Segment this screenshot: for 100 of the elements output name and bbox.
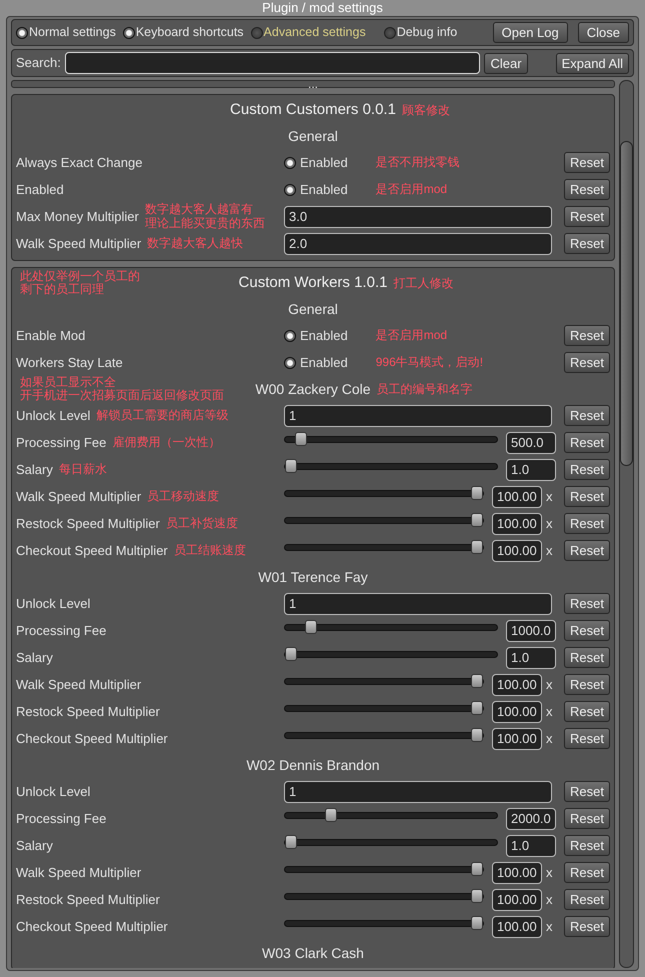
toggle[interactable]: [284, 184, 296, 196]
reset-button[interactable]: Reset: [564, 233, 610, 254]
reset-button[interactable]: Reset: [564, 647, 610, 668]
scrollbar[interactable]: [619, 80, 634, 968]
input-field[interactable]: 1: [284, 404, 552, 426]
reset-button[interactable]: Reset: [564, 405, 610, 426]
toggle[interactable]: [384, 26, 396, 38]
slider-thumb[interactable]: [471, 540, 483, 554]
reset-button[interactable]: Reset: [564, 835, 610, 856]
setting-label: Walk Speed Multiplier: [16, 864, 142, 882]
reset-button[interactable]: Reset: [564, 808, 610, 829]
value-field[interactable]: 100.00: [492, 888, 542, 910]
slider-thumb[interactable]: [471, 916, 483, 930]
value-field[interactable]: 1.0: [506, 458, 556, 480]
slider-thumb[interactable]: [471, 674, 483, 688]
value-field[interactable]: 1000.0: [506, 620, 556, 642]
setting-label: Always Exact Change: [16, 154, 142, 172]
group-title: W03 Clark Cash: [261, 944, 365, 962]
slider-thumb[interactable]: [471, 701, 483, 715]
slider-thumb[interactable]: [471, 728, 483, 742]
search-field[interactable]: [64, 52, 480, 74]
slider-thumb[interactable]: [305, 620, 317, 634]
slider-thumb[interactable]: [285, 835, 297, 849]
reset-button[interactable]: Reset: [564, 862, 610, 883]
slider-thumb[interactable]: [471, 862, 483, 876]
value-field[interactable]: 1.0: [506, 834, 556, 856]
reset-button[interactable]: Reset: [564, 701, 610, 722]
slider-thumb[interactable]: [471, 889, 483, 903]
reset-button[interactable]: Reset: [564, 889, 610, 910]
value-field[interactable]: 1.0: [506, 646, 556, 668]
toggle[interactable]: [122, 26, 135, 38]
reset-button[interactable]: Reset: [564, 916, 610, 937]
slider-thumb[interactable]: [285, 647, 297, 661]
value-field[interactable]: 500.0: [506, 432, 556, 454]
reset-button[interactable]: Reset: [564, 486, 610, 507]
collapsed-section[interactable]: ...: [11, 80, 615, 88]
reset-button[interactable]: Reset: [564, 325, 610, 346]
toggle[interactable]: [284, 356, 296, 368]
input-field[interactable]: 2.0: [284, 232, 552, 254]
group-title: General: [287, 126, 339, 146]
reset-button[interactable]: Reset: [564, 540, 610, 561]
input-field[interactable]: 1: [284, 592, 552, 614]
setting-label: Walk Speed Multiplier: [16, 234, 142, 253]
reset-button[interactable]: Reset: [564, 620, 610, 641]
setting-label: Walk Speed Multiplier: [16, 676, 142, 694]
value-field[interactable]: 100.00: [492, 916, 542, 938]
input-field[interactable]: 3.0: [284, 206, 552, 228]
search-label: Search:: [16, 54, 61, 72]
clear-button[interactable]: Clear: [484, 52, 528, 74]
unit-label: x: [546, 542, 554, 560]
annotation: 员工结账速度: [174, 544, 246, 558]
slider-thumb[interactable]: [295, 432, 307, 446]
value-field[interactable]: 100.00: [492, 700, 542, 722]
unit-label: x: [546, 864, 554, 882]
value-field[interactable]: 100.00: [492, 540, 542, 562]
toggle-label[interactable]: Advanced settings: [264, 23, 366, 42]
annotation: 解锁员工需要的商店等级: [96, 408, 228, 422]
slider-thumb[interactable]: [471, 486, 483, 500]
toggle-label[interactable]: Keyboard shortcuts: [136, 23, 244, 42]
value-field[interactable]: 100.00: [492, 862, 542, 884]
expand-all-button[interactable]: Expand All: [556, 52, 629, 74]
open-log-button[interactable]: Open Log: [492, 22, 568, 43]
toggle-label[interactable]: Enabled: [300, 326, 348, 346]
value-field[interactable]: 2000.0: [506, 808, 556, 830]
value-field[interactable]: 100.00: [492, 512, 542, 534]
reset-button[interactable]: Reset: [564, 352, 610, 373]
toggle[interactable]: [250, 26, 263, 38]
reset-button[interactable]: Reset: [564, 781, 610, 802]
group-title: W01 Terence Fay: [257, 568, 369, 587]
value-field[interactable]: 100.00: [492, 486, 542, 508]
toggle[interactable]: [284, 156, 296, 168]
section-title: Custom Customers 0.0.1: [229, 100, 397, 120]
toggle-label[interactable]: Enabled: [300, 352, 348, 372]
toggle-label[interactable]: Enabled: [300, 152, 348, 172]
slider-thumb[interactable]: [471, 513, 483, 527]
value-field[interactable]: 100.00: [492, 728, 542, 750]
reset-button[interactable]: Reset: [564, 179, 610, 200]
value-field[interactable]: 100.00: [492, 674, 542, 696]
reset-button[interactable]: Reset: [564, 674, 610, 695]
toggle[interactable]: [16, 26, 28, 38]
reset-button[interactable]: Reset: [564, 513, 610, 534]
reset-button[interactable]: Reset: [564, 459, 610, 480]
input-field[interactable]: 1: [284, 780, 552, 802]
reset-button[interactable]: Reset: [564, 593, 610, 614]
close-button[interactable]: Close: [578, 22, 629, 43]
setting-label: Unlock Level: [16, 782, 90, 801]
slider-thumb[interactable]: [285, 459, 297, 473]
unit-label: x: [546, 676, 554, 694]
reset-button[interactable]: Reset: [564, 152, 610, 173]
window-title: Plugin / mod settings: [261, 0, 384, 16]
toggle-label[interactable]: Normal settings: [29, 23, 116, 42]
toggle-label[interactable]: Debug info: [396, 23, 458, 42]
reset-button[interactable]: Reset: [564, 728, 610, 749]
reset-button[interactable]: Reset: [564, 432, 610, 453]
setting-label: Checkout Speed Multiplier: [16, 542, 168, 560]
slider-thumb[interactable]: [325, 808, 337, 822]
setting-label: Walk Speed Multiplier: [16, 488, 142, 506]
reset-button[interactable]: Reset: [564, 206, 610, 227]
toggle[interactable]: [284, 330, 296, 342]
toggle-label[interactable]: Enabled: [300, 180, 348, 200]
